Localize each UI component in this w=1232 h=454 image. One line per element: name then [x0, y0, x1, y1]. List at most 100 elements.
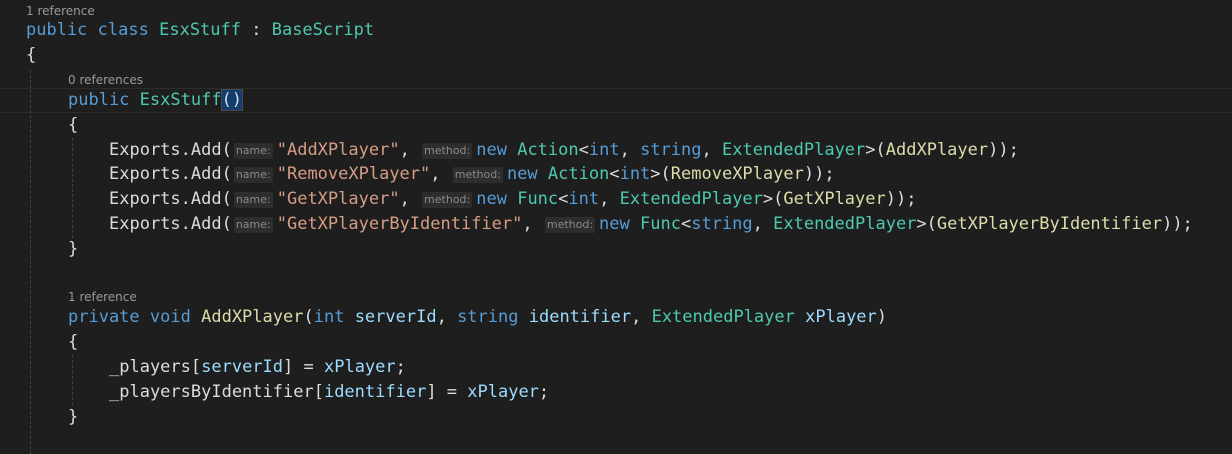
codelens-ctor-references[interactable]: 0 references	[68, 72, 143, 88]
statement-players[interactable]: _players[serverId] = xPlayer;	[109, 355, 406, 380]
type-arg-separator: <	[680, 214, 692, 234]
bracket: [	[190, 357, 202, 377]
semicolon: ;	[538, 382, 550, 402]
param-serverid: serverId	[354, 307, 437, 327]
type-close: >(	[762, 189, 784, 209]
field-players-by-identifier: _playersByIdentifier	[109, 382, 314, 402]
keyword-public: public	[68, 90, 130, 110]
brace: {	[68, 115, 79, 135]
type-extendedplayer: ExtendedPlayer	[651, 307, 795, 327]
value-xplayer: xPlayer	[467, 382, 539, 402]
method-open-brace[interactable]: {	[68, 330, 78, 355]
type-close: >(	[916, 214, 937, 234]
comma: ,	[631, 307, 652, 327]
comma: ,	[522, 214, 543, 234]
bracket: [	[313, 382, 324, 402]
method-group-reference: GetXPlayerByIdentifier	[936, 214, 1163, 234]
cursor-paren-highlight: ()	[220, 89, 244, 111]
call-close: ));	[988, 140, 1019, 160]
parameter-method-hint: method:	[422, 143, 473, 159]
type-argument: ExtendedPlayer	[773, 214, 917, 234]
keyword-new: new	[506, 164, 538, 184]
keyword-void: void	[149, 307, 191, 327]
method-declaration-line[interactable]: private void AddXPlayer(int serverId, st…	[68, 305, 887, 330]
type-argument: int	[568, 189, 600, 209]
exports-add-call: Exports.Add(	[109, 214, 232, 234]
parameter-name-hint: name:	[233, 192, 273, 208]
brace: }	[68, 239, 79, 259]
type-close: >(	[650, 164, 671, 184]
index-identifier: identifier	[323, 382, 427, 402]
type-argument: ExtendedPlayer	[619, 189, 763, 209]
delegate-type: Action	[547, 164, 610, 184]
class-name: EsxStuff	[159, 20, 241, 40]
export-name-string: "RemoveXPlayer"	[276, 164, 431, 184]
codelens-class-references[interactable]: 1 reference	[26, 3, 95, 19]
class-declaration-line[interactable]: public class EsxStuff : BaseScript	[26, 18, 374, 43]
method-group-reference: GetXPlayer	[783, 189, 886, 209]
semicolon: ;	[395, 357, 406, 377]
type-arg-separator: ,	[619, 140, 641, 160]
call-close: ));	[803, 164, 835, 184]
exports-add-line[interactable]: Exports.Add(name: "GetXPlayer", method: ne…	[109, 187, 916, 212]
code-editor[interactable]: 1 reference 0 references 1 reference pub…	[0, 0, 1232, 454]
colon: :	[241, 20, 272, 40]
ctor-open-brace[interactable]: {	[68, 113, 78, 138]
indent-guide-method	[72, 355, 73, 405]
codelens-method-references[interactable]: 1 reference	[68, 289, 137, 305]
ctor-close-brace[interactable]: }	[68, 237, 78, 262]
param-identifier: identifier	[528, 307, 632, 327]
index-serverid: serverId	[201, 357, 284, 377]
method-group-reference: AddXPlayer	[885, 140, 989, 160]
assign: ] =	[426, 382, 468, 402]
parameter-name-hint: name:	[233, 217, 273, 233]
delegate-type: Func	[640, 214, 681, 234]
brace: {	[26, 45, 37, 65]
type-arg-separator: ,	[752, 214, 774, 234]
type-arg-separator: <	[578, 140, 589, 160]
export-name-string: "GetXPlayerByIdentifier"	[276, 214, 523, 234]
exports-add-line[interactable]: Exports.Add(name: "GetXPlayerByIdentifier…	[109, 212, 1193, 237]
method-name: AddXPlayer	[201, 307, 304, 327]
statement-players-by-identifier[interactable]: _playersByIdentifier[identifier] = xPlay…	[109, 380, 549, 405]
type-arg-separator: ,	[701, 140, 722, 160]
keyword-string: string	[457, 307, 519, 327]
comma: ,	[399, 140, 421, 160]
type-argument: int	[588, 140, 620, 160]
exports-add-call: Exports.Add(	[109, 164, 232, 184]
export-name-string: "GetXPlayer"	[276, 189, 400, 209]
method-group-reference: RemoveXPlayer	[670, 164, 804, 184]
type-argument: string	[691, 214, 753, 234]
method-close-brace[interactable]: }	[68, 405, 78, 430]
type-arg-separator: <	[609, 164, 620, 184]
brace: {	[68, 332, 79, 352]
keyword-public: public	[26, 20, 88, 40]
call-close: ));	[1162, 214, 1193, 234]
exports-add-line[interactable]: Exports.Add(name: "AddXPlayer", method: ne…	[109, 138, 1019, 163]
delegate-type: Func	[517, 189, 559, 209]
class-open-brace[interactable]: {	[26, 43, 36, 68]
exports-add-call: Exports.Add(	[109, 140, 232, 160]
type-close: >(	[865, 140, 886, 160]
type-arg-separator: <	[558, 189, 569, 209]
indent-guide-class	[30, 70, 31, 454]
ctor-name: EsxStuff	[139, 90, 222, 110]
field-players: _players	[109, 357, 191, 377]
comma: ,	[399, 189, 421, 209]
type-argument: int	[619, 164, 651, 184]
param-xplayer: xPlayer	[805, 307, 877, 327]
keyword-private: private	[68, 307, 140, 327]
type-arg-separator: ,	[599, 189, 620, 209]
indent-guide-ctor	[72, 138, 73, 238]
type-argument: string	[640, 140, 702, 160]
exports-add-line[interactable]: Exports.Add(name: "RemoveXPlayer", method…	[109, 162, 835, 187]
keyword-new: new	[476, 189, 507, 209]
export-name-string: "AddXPlayer"	[276, 140, 400, 160]
ctor-declaration-line[interactable]: public EsxStuff()	[68, 88, 244, 113]
parameter-name-hint: name:	[233, 167, 273, 183]
base-type: BaseScript	[271, 20, 375, 40]
comma: ,	[436, 307, 458, 327]
keyword-new: new	[599, 214, 630, 234]
open-paren: (	[303, 307, 314, 327]
call-close: ));	[885, 189, 917, 209]
